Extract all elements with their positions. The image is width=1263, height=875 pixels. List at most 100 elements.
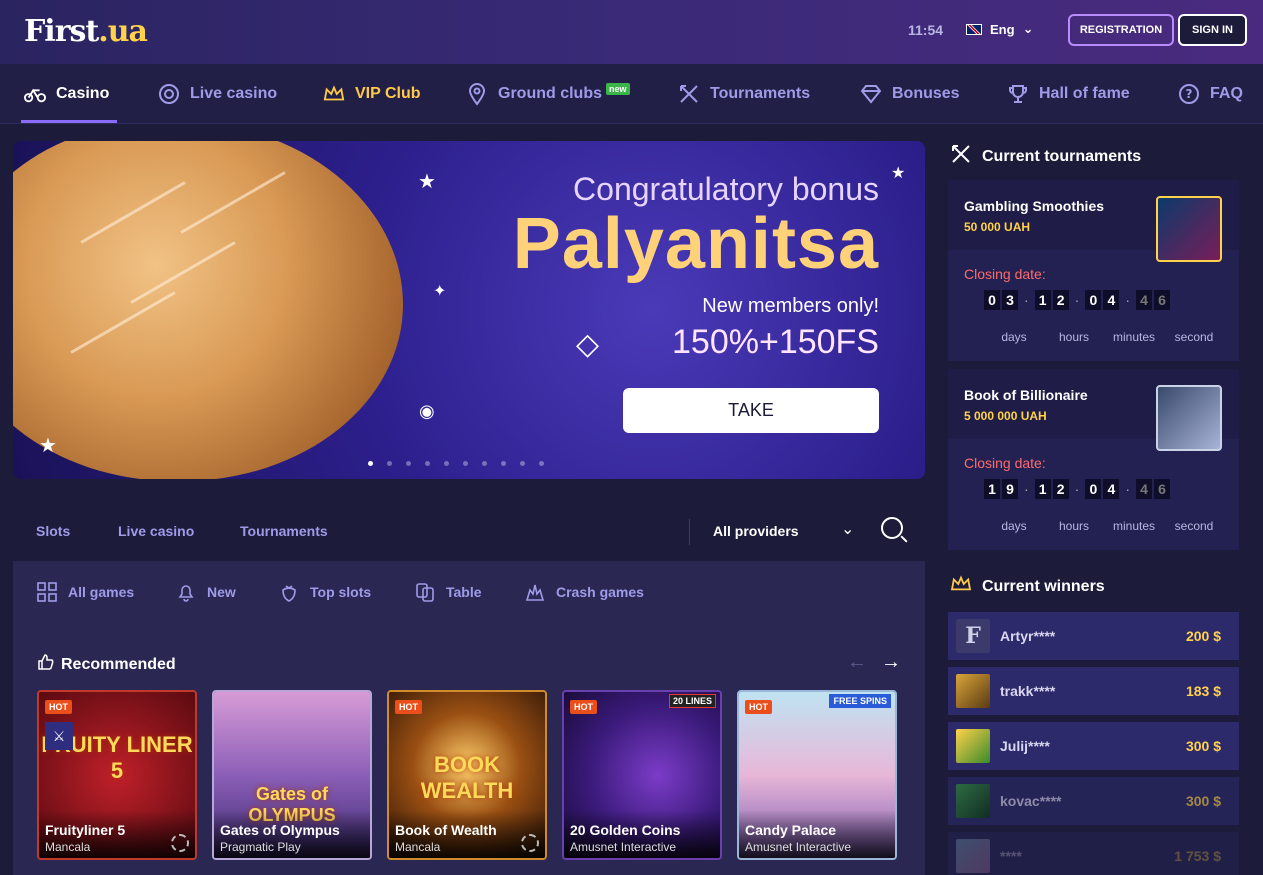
sparkle-icon: ✦ (433, 283, 447, 300)
tournament-card[interactable]: Gambling Smoothies 50 000 UAH Closing da… (948, 180, 1239, 361)
carousel-dot[interactable] (539, 461, 544, 466)
registration-button[interactable]: REGISTRATION (1068, 14, 1174, 46)
carousel-dot[interactable] (406, 461, 411, 466)
current-tournaments-title: Current tournaments (982, 147, 1142, 165)
carousel-dot[interactable] (520, 461, 525, 466)
nav-item-hall-of-fame[interactable]: Hall of fame (1007, 82, 1130, 106)
game-card-book-of-wealth[interactable]: BOOK WEALTH HOT Book of Wealth Mancala (387, 690, 547, 860)
sign-in-button[interactable]: SIGN IN (1178, 14, 1247, 46)
arrow-left-icon[interactable]: ← (847, 651, 867, 674)
game-card-gates-of-olympus[interactable]: Gates of OLYMPUS Gates of Olympus Pragma… (212, 690, 372, 860)
avatar: F (956, 619, 990, 653)
closing-date-label: Closing date: (964, 266, 1046, 282)
hot-badge: HOT (570, 700, 597, 714)
header-bar: First.ua 11:54 Eng ⌄ REGISTRATION SIGN I… (0, 0, 1263, 64)
tournament-thumbnail[interactable] (1156, 385, 1222, 451)
countdown-units: days hours minutes second (1001, 330, 1214, 344)
current-tournaments-heading: Current tournaments (950, 143, 1141, 170)
carousel-dots (368, 461, 544, 466)
search-icon[interactable] (881, 517, 903, 539)
carousel-dot[interactable] (501, 461, 506, 466)
nav-item-ground-clubs[interactable]: Ground clubs new (466, 82, 630, 106)
game-card-fruityliner[interactable]: FRUITY LINER 5 HOT ⚔ Fruityliner 5 Manca… (37, 690, 197, 860)
game-provider: Amusnet Interactive (570, 840, 677, 854)
crown-icon (323, 83, 345, 105)
category-new[interactable]: New (175, 581, 236, 603)
provider-select[interactable]: All providers (713, 523, 799, 539)
strawberry-icon (278, 581, 300, 603)
game-provider: Mancala (395, 840, 441, 854)
game-card-20-golden-coins[interactable]: 20 LINES HOT 20 Golden Coins Amusnet Int… (562, 690, 722, 860)
category-table[interactable]: Table (414, 581, 482, 603)
tournament-name: Book of Billionaire (964, 387, 1088, 403)
chip-icon (521, 834, 539, 852)
tournament-prize: 5 000 000 UAH (964, 409, 1047, 423)
winner-row[interactable]: trakk**** 183 $ (948, 667, 1239, 715)
nav-label: Ground clubs (498, 85, 602, 102)
category-crash-games[interactable]: Crash games (524, 581, 644, 603)
language-label: Eng (990, 21, 1015, 37)
chevron-down-icon: ⌄ (1022, 21, 1034, 36)
winner-row[interactable]: kovac**** 300 $ (948, 777, 1239, 825)
nav-item-faq[interactable]: ? FAQ (1178, 82, 1243, 106)
banner-offer: 150%+150FS (672, 323, 879, 361)
countdown-units: days hours minutes second (1001, 519, 1214, 533)
carousel-dot[interactable] (444, 461, 449, 466)
nav-item-tournaments[interactable]: Tournaments (678, 82, 810, 106)
game-provider: Amusnet Interactive (745, 840, 852, 854)
banner-title: Palyanitsa (512, 204, 879, 284)
category-label: All games (68, 584, 135, 600)
games-panel: All games New Top slots Table Crash game… (13, 561, 925, 875)
carousel-dot[interactable] (368, 461, 373, 466)
nav-item-vip-club[interactable]: VIP Club (323, 82, 421, 106)
game-name: Gates of Olympus (220, 822, 340, 838)
category-label: Table (446, 584, 482, 600)
game-card-candy-palace[interactable]: FREE SPINS HOT Candy Palace Amusnet Inte… (737, 690, 897, 860)
winner-amount: 183 $ (1185, 683, 1221, 699)
winner-name: **** (1000, 848, 1022, 864)
tab-live-casino[interactable]: Live casino (118, 523, 194, 539)
category-top-slots[interactable]: Top slots (278, 581, 371, 603)
chevron-down-icon[interactable]: ⌄ (841, 519, 854, 539)
tournament-name: Gambling Smoothies (964, 198, 1105, 214)
take-bonus-button[interactable]: TAKE (623, 388, 879, 433)
game-name: 20 Golden Coins (570, 822, 681, 838)
winner-row[interactable]: F Artyr**** 200 $ (948, 612, 1239, 660)
recommended-title: Recommended (61, 655, 176, 673)
game-provider: Pragmatic Play (220, 840, 301, 854)
nav-label: Hall of fame (1039, 85, 1130, 102)
promo-banner[interactable]: ★ ★ ✦ ★ ◉ ◇ Congratulatory bonus Palyani… (13, 141, 925, 479)
carousel-dot[interactable] (463, 461, 468, 466)
current-winners-heading: Current winners (950, 575, 1105, 598)
winner-name: Artyr**** (1000, 628, 1056, 644)
swords-icon (678, 83, 700, 105)
nav-item-live-casino[interactable]: Live casino (158, 82, 277, 106)
nav-item-bonuses[interactable]: Bonuses (860, 82, 960, 106)
winner-name: kovac**** (1000, 793, 1062, 809)
avatar (956, 839, 990, 873)
tab-tournaments[interactable]: Tournaments (240, 523, 328, 539)
language-select[interactable]: Eng ⌄ (966, 21, 1033, 37)
tournament-thumbnail[interactable] (1156, 196, 1222, 262)
swords-icon: ⚔ (45, 722, 73, 750)
avatar (956, 784, 990, 818)
winner-row[interactable]: Julij**** 300 $ (948, 722, 1239, 770)
star-icon: ★ (418, 171, 436, 193)
category-all-games[interactable]: All games (36, 581, 134, 603)
winner-name: trakk**** (1000, 683, 1056, 699)
free-spins-tag: FREE SPINS (829, 694, 891, 708)
bicycle-icon (24, 83, 46, 105)
nav-item-casino[interactable]: Casino (24, 82, 109, 106)
tab-slots[interactable]: Slots (36, 523, 70, 539)
winner-row[interactable]: **** 1 753 $ (948, 832, 1239, 875)
carousel-dot[interactable] (482, 461, 487, 466)
carousel-dot[interactable] (387, 461, 392, 466)
carousel-dot[interactable] (425, 461, 430, 466)
winner-amount: 1 753 $ (1174, 848, 1221, 864)
arrow-right-icon[interactable]: → (881, 651, 901, 674)
current-winners-title: Current winners (982, 577, 1105, 595)
tournament-prize: 50 000 UAH (964, 220, 1031, 234)
winner-name: Julij**** (1000, 738, 1050, 754)
site-logo[interactable]: First.ua (24, 14, 148, 49)
tournament-card[interactable]: Book of Billionaire 5 000 000 UAH Closin… (948, 369, 1239, 550)
